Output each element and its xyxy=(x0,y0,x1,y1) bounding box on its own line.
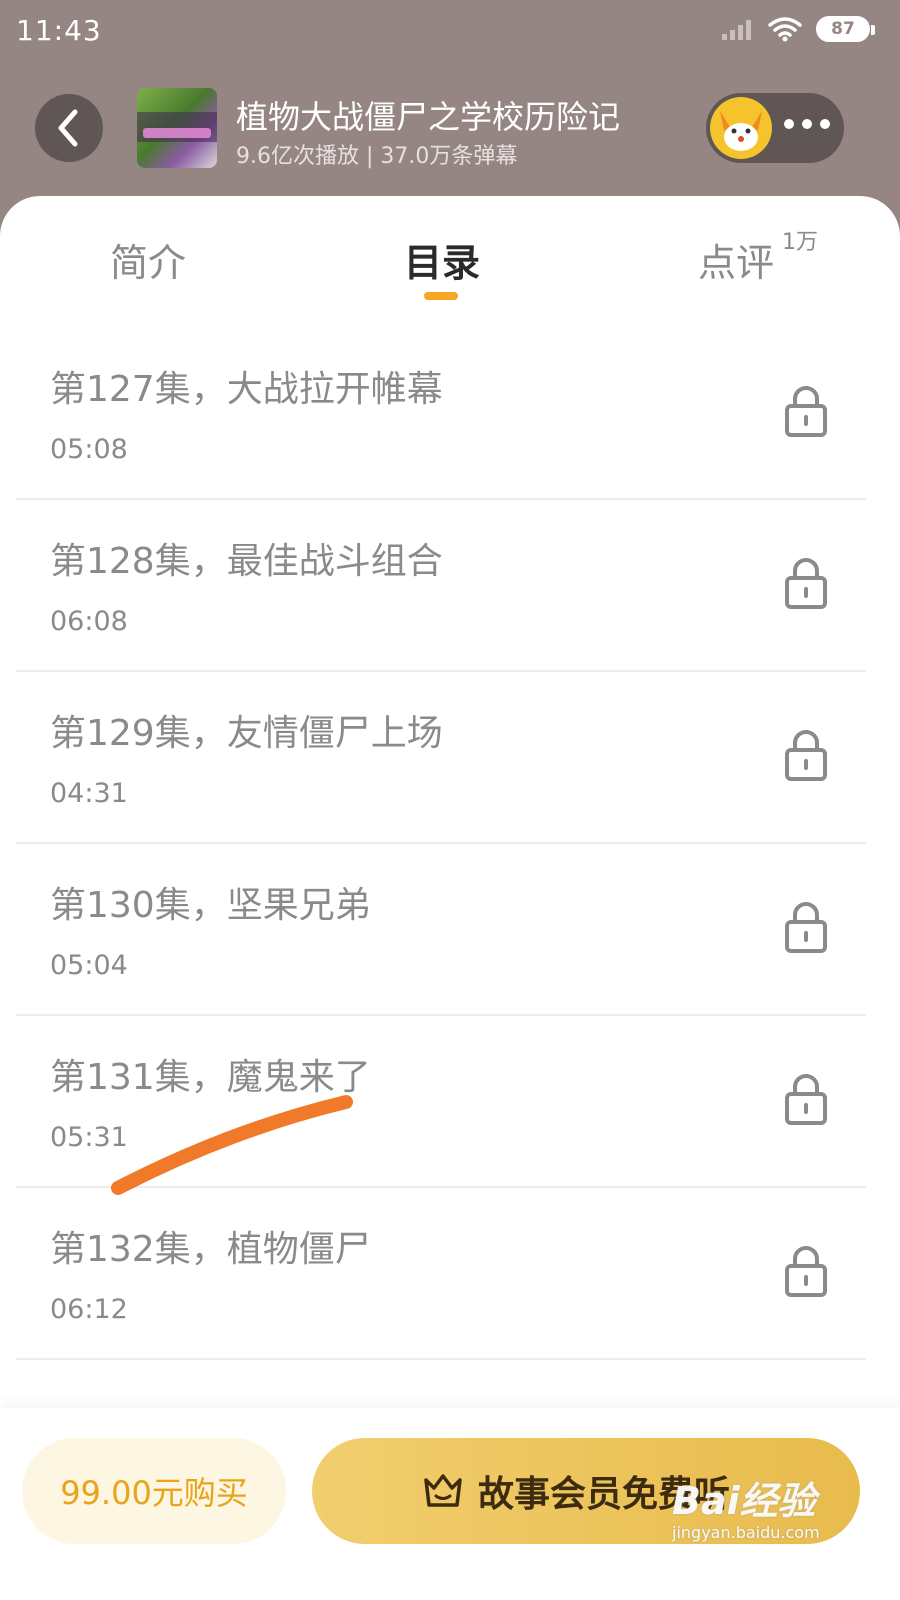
episode-item[interactable]: 第129集，友情僵尸上场 04:31 xyxy=(16,672,866,844)
episode-duration: 05:04 xyxy=(50,950,128,981)
show-stats: 9.6亿次播放 | 37.0万条弹幕 xyxy=(236,144,518,169)
buy-button[interactable]: 99.00元购买 xyxy=(22,1438,286,1544)
episode-title: 第132集，植物僵尸 xyxy=(50,1229,371,1270)
more-options-icon[interactable] xyxy=(784,119,830,129)
back-button[interactable] xyxy=(35,94,103,162)
episode-item[interactable]: 第131集，魔鬼来了 05:31 xyxy=(16,1016,866,1188)
episode-duration: 04:31 xyxy=(50,778,128,809)
watermark-logo: Bai经验 xyxy=(672,1479,816,1523)
header-capsule[interactable] xyxy=(706,93,844,163)
episode-item[interactable]: 第127集，大战拉开帷幕 05:08 xyxy=(16,328,866,500)
status-icons: 87 xyxy=(720,16,875,42)
show-title: 植物大战僵尸之学校历险记 xyxy=(236,98,621,136)
episode-item[interactable]: 第132集，植物僵尸 06:12 xyxy=(16,1188,866,1360)
watermark: Bai经验 jingyan.baidu.com xyxy=(672,1470,820,1542)
chevron-left-icon xyxy=(58,109,78,147)
episode-title: 第129集，友情僵尸上场 xyxy=(50,713,443,754)
lock-icon xyxy=(785,1246,827,1297)
episode-title: 第130集，坚果兄弟 xyxy=(50,885,371,926)
tab-reviews[interactable]: 点评 xyxy=(698,232,774,287)
lock-icon xyxy=(785,730,827,781)
lock-icon xyxy=(785,558,827,609)
content-card: 简介 目录 点评 1万 第127集，大战拉开帷幕 05:08 第128集，最佳战… xyxy=(0,196,900,1600)
lock-icon xyxy=(785,1074,827,1125)
tab-intro[interactable]: 简介 xyxy=(110,232,186,287)
episode-title: 第128集，最佳战斗组合 xyxy=(50,541,443,582)
mascot-avatar-icon[interactable] xyxy=(710,97,772,159)
episode-title: 第131集，魔鬼来了 xyxy=(50,1057,371,1098)
status-time: 11:43 xyxy=(16,14,102,47)
episode-duration: 05:08 xyxy=(50,434,128,465)
header: 植物大战僵尸之学校历险记 9.6亿次播放 | 37.0万条弹幕 xyxy=(0,80,900,180)
battery-indicator: 87 xyxy=(816,16,875,42)
lock-icon xyxy=(785,386,827,437)
watermark-url: jingyan.baidu.com xyxy=(672,1523,820,1542)
episode-duration: 05:31 xyxy=(50,1122,128,1153)
reviews-count-badge: 1万 xyxy=(782,230,818,255)
status-bar: 11:43 87 xyxy=(0,0,900,64)
episode-list: 第127集，大战拉开帷幕 05:08 第128集，最佳战斗组合 06:08 第1… xyxy=(16,328,866,1360)
episode-duration: 06:12 xyxy=(50,1294,128,1325)
lock-icon xyxy=(785,902,827,953)
tab-bar: 简介 目录 点评 1万 xyxy=(0,196,900,314)
episode-title: 第127集，大战拉开帷幕 xyxy=(50,369,443,410)
signal-icon xyxy=(720,18,754,40)
tab-catalog[interactable]: 目录 xyxy=(404,232,480,287)
active-tab-indicator xyxy=(424,292,458,300)
episode-duration: 06:08 xyxy=(50,606,128,637)
show-cover-image[interactable] xyxy=(137,88,217,168)
wifi-icon xyxy=(768,16,802,42)
episode-item[interactable]: 第128集，最佳战斗组合 06:08 xyxy=(16,500,866,672)
crown-icon xyxy=(424,1474,462,1507)
episode-item[interactable]: 第130集，坚果兄弟 05:04 xyxy=(16,844,866,1016)
